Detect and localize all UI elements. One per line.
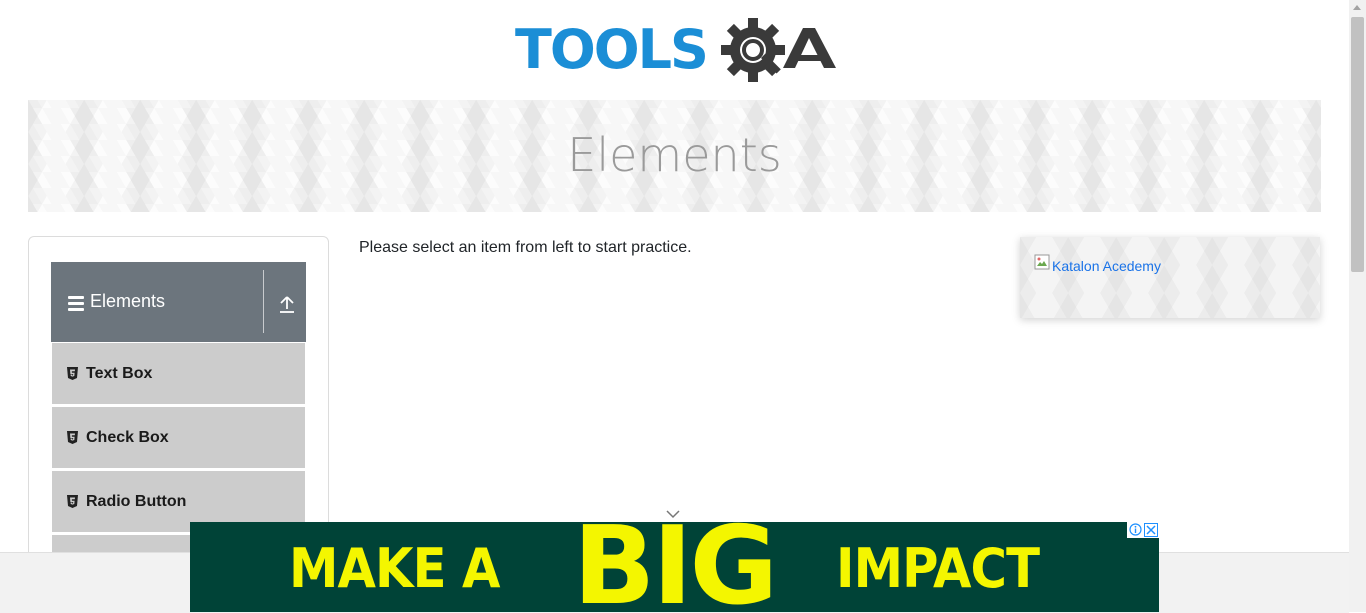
upload-arrow-icon[interactable] [278,294,296,314]
katalon-academy-link[interactable]: Katalon Acedemy [1052,258,1161,274]
sidebar-item-label: Radio Button [86,493,187,510]
sidebar-item-label: Check Box [86,429,169,446]
ad-word-impact: IMPACT [836,537,1040,600]
sidebar-item-text-box[interactable]: Text Box [52,343,305,405]
ad-word-make-a: MAKE A [289,537,500,600]
sidebar-panel: Elements Text Box Check Box Radio Button [28,236,329,576]
page-banner: Elements [28,100,1321,212]
sidebar-item-check-box[interactable]: Check Box [52,407,305,469]
hamburger-icon [68,296,84,311]
page-scrollbar[interactable] [1349,0,1366,612]
chevron-down-icon[interactable] [666,509,680,519]
logo-tools-text: TOOLS [515,18,707,81]
side-ad-card[interactable]: Katalon Acedemy [1020,237,1320,318]
html5-icon [67,495,78,508]
broken-image-icon [1034,254,1050,270]
scrollbar-thumb[interactable] [1351,17,1364,272]
practice-instruction: Please select an item from left to start… [359,239,692,256]
sidebar-group-label: Elements [90,291,166,311]
header-divider [263,270,264,333]
toolsqa-logo-graphic: TOOLS [515,18,836,82]
ad-word-big: BIG [573,522,778,612]
sidebar-item-label: Text Box [86,365,153,382]
html5-icon [67,367,78,380]
scroll-up-arrow-icon[interactable] [1353,5,1361,10]
page-title: Elements [567,128,782,182]
gear-icon [721,18,785,82]
ad-close-icon[interactable] [1144,523,1158,537]
toolsqa-logo[interactable]: TOOLS [515,14,840,92]
ad-info-icon[interactable] [1129,523,1142,536]
html5-icon [67,431,78,444]
bottom-ad-banner[interactable]: MAKE A BIG IMPACT [190,522,1159,612]
logo-a-glyph [783,28,836,68]
sidebar-group-elements[interactable]: Elements [51,262,306,342]
ad-controls [1127,522,1159,538]
